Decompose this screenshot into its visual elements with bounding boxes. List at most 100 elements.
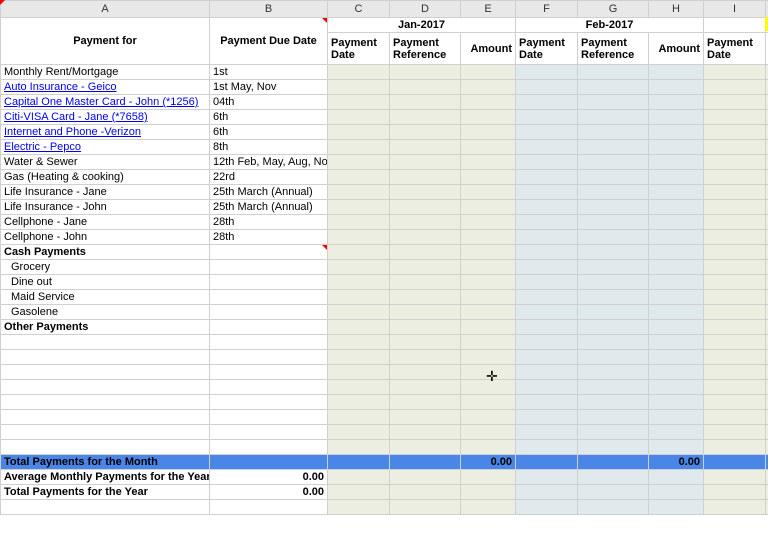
payment-for-cell[interactable]: Auto Insurance - Geico (1, 80, 210, 95)
cell[interactable] (328, 95, 390, 110)
due-date-cell[interactable]: 6th (210, 125, 328, 140)
cell[interactable] (578, 110, 649, 125)
cell[interactable] (649, 410, 704, 425)
cell[interactable] (578, 125, 649, 140)
payment-for-cell[interactable]: Life Insurance - John (1, 200, 210, 215)
cash-item-cell[interactable]: Gasolene (1, 305, 210, 320)
cell[interactable] (516, 260, 578, 275)
cell[interactable] (516, 380, 578, 395)
cash-item-cell[interactable]: Dine out (1, 275, 210, 290)
cell[interactable] (328, 125, 390, 140)
cell[interactable] (390, 140, 461, 155)
cell[interactable] (649, 215, 704, 230)
cell[interactable] (578, 350, 649, 365)
cell[interactable] (461, 80, 516, 95)
cell[interactable] (328, 215, 390, 230)
payment-for-cell[interactable]: Electric - Pepco (1, 140, 210, 155)
cell[interactable] (704, 125, 766, 140)
col-I[interactable]: I (704, 1, 766, 18)
cell[interactable] (516, 230, 578, 245)
cell[interactable] (328, 185, 390, 200)
cell[interactable] (390, 350, 461, 365)
cell[interactable] (704, 185, 766, 200)
payment-for-cell[interactable]: Cellphone - John (1, 230, 210, 245)
due-date-cell[interactable]: 28th (210, 215, 328, 230)
cell[interactable] (578, 230, 649, 245)
cell[interactable] (461, 350, 516, 365)
cell[interactable] (578, 290, 649, 305)
col-B[interactable]: B (210, 1, 328, 18)
due-date-cell[interactable]: 6th (210, 110, 328, 125)
cash-b[interactable] (210, 245, 328, 260)
cell[interactable] (516, 185, 578, 200)
cell[interactable] (210, 290, 328, 305)
cell[interactable] (704, 440, 766, 455)
cell[interactable] (516, 350, 578, 365)
cell[interactable] (1, 410, 210, 425)
col-G[interactable]: G (578, 1, 649, 18)
link[interactable]: Auto Insurance - Geico (4, 81, 117, 93)
cell[interactable] (578, 260, 649, 275)
cell[interactable] (1, 395, 210, 410)
cell[interactable] (210, 335, 328, 350)
cell[interactable] (578, 335, 649, 350)
cell[interactable] (1, 380, 210, 395)
cell[interactable] (516, 425, 578, 440)
cash-item-cell[interactable]: Maid Service (1, 290, 210, 305)
cell[interactable] (210, 305, 328, 320)
cell[interactable] (328, 305, 390, 320)
cell[interactable] (649, 110, 704, 125)
cell[interactable] (210, 425, 328, 440)
cell[interactable] (704, 350, 766, 365)
cell[interactable] (704, 425, 766, 440)
cell[interactable] (704, 215, 766, 230)
cell[interactable] (461, 230, 516, 245)
cell[interactable] (210, 440, 328, 455)
due-date-cell[interactable]: 28th (210, 230, 328, 245)
cell[interactable] (649, 230, 704, 245)
cell[interactable] (461, 440, 516, 455)
due-date-cell[interactable]: 22rd (210, 170, 328, 185)
cell[interactable] (210, 350, 328, 365)
cell[interactable] (649, 335, 704, 350)
cell[interactable] (461, 395, 516, 410)
cell[interactable] (649, 425, 704, 440)
cell[interactable] (704, 140, 766, 155)
cell[interactable] (328, 230, 390, 245)
cell[interactable] (704, 275, 766, 290)
payment-for-cell[interactable]: Gas (Heating & cooking) (1, 170, 210, 185)
cell[interactable] (516, 140, 578, 155)
cell[interactable] (704, 365, 766, 380)
cell[interactable] (649, 275, 704, 290)
cell[interactable] (390, 125, 461, 140)
cell[interactable] (649, 290, 704, 305)
cell[interactable] (390, 275, 461, 290)
cell[interactable] (461, 275, 516, 290)
cell[interactable] (461, 365, 516, 380)
cell[interactable] (390, 305, 461, 320)
cell[interactable] (578, 380, 649, 395)
cell[interactable] (649, 65, 704, 80)
cell[interactable] (578, 200, 649, 215)
cell[interactable] (578, 440, 649, 455)
cell[interactable] (210, 380, 328, 395)
cell[interactable] (390, 80, 461, 95)
cell[interactable] (649, 260, 704, 275)
cell[interactable] (704, 200, 766, 215)
cell[interactable] (461, 185, 516, 200)
cell[interactable] (516, 275, 578, 290)
cell[interactable] (516, 80, 578, 95)
cell[interactable] (516, 410, 578, 425)
cell[interactable] (704, 95, 766, 110)
cell[interactable] (578, 395, 649, 410)
cell[interactable] (578, 155, 649, 170)
cell[interactable] (578, 80, 649, 95)
cell[interactable] (649, 440, 704, 455)
cell[interactable] (516, 305, 578, 320)
cell[interactable] (328, 155, 390, 170)
cell[interactable] (328, 410, 390, 425)
payment-for-cell[interactable]: Water & Sewer (1, 155, 210, 170)
cell[interactable] (649, 95, 704, 110)
cell[interactable] (649, 170, 704, 185)
cell[interactable] (328, 200, 390, 215)
